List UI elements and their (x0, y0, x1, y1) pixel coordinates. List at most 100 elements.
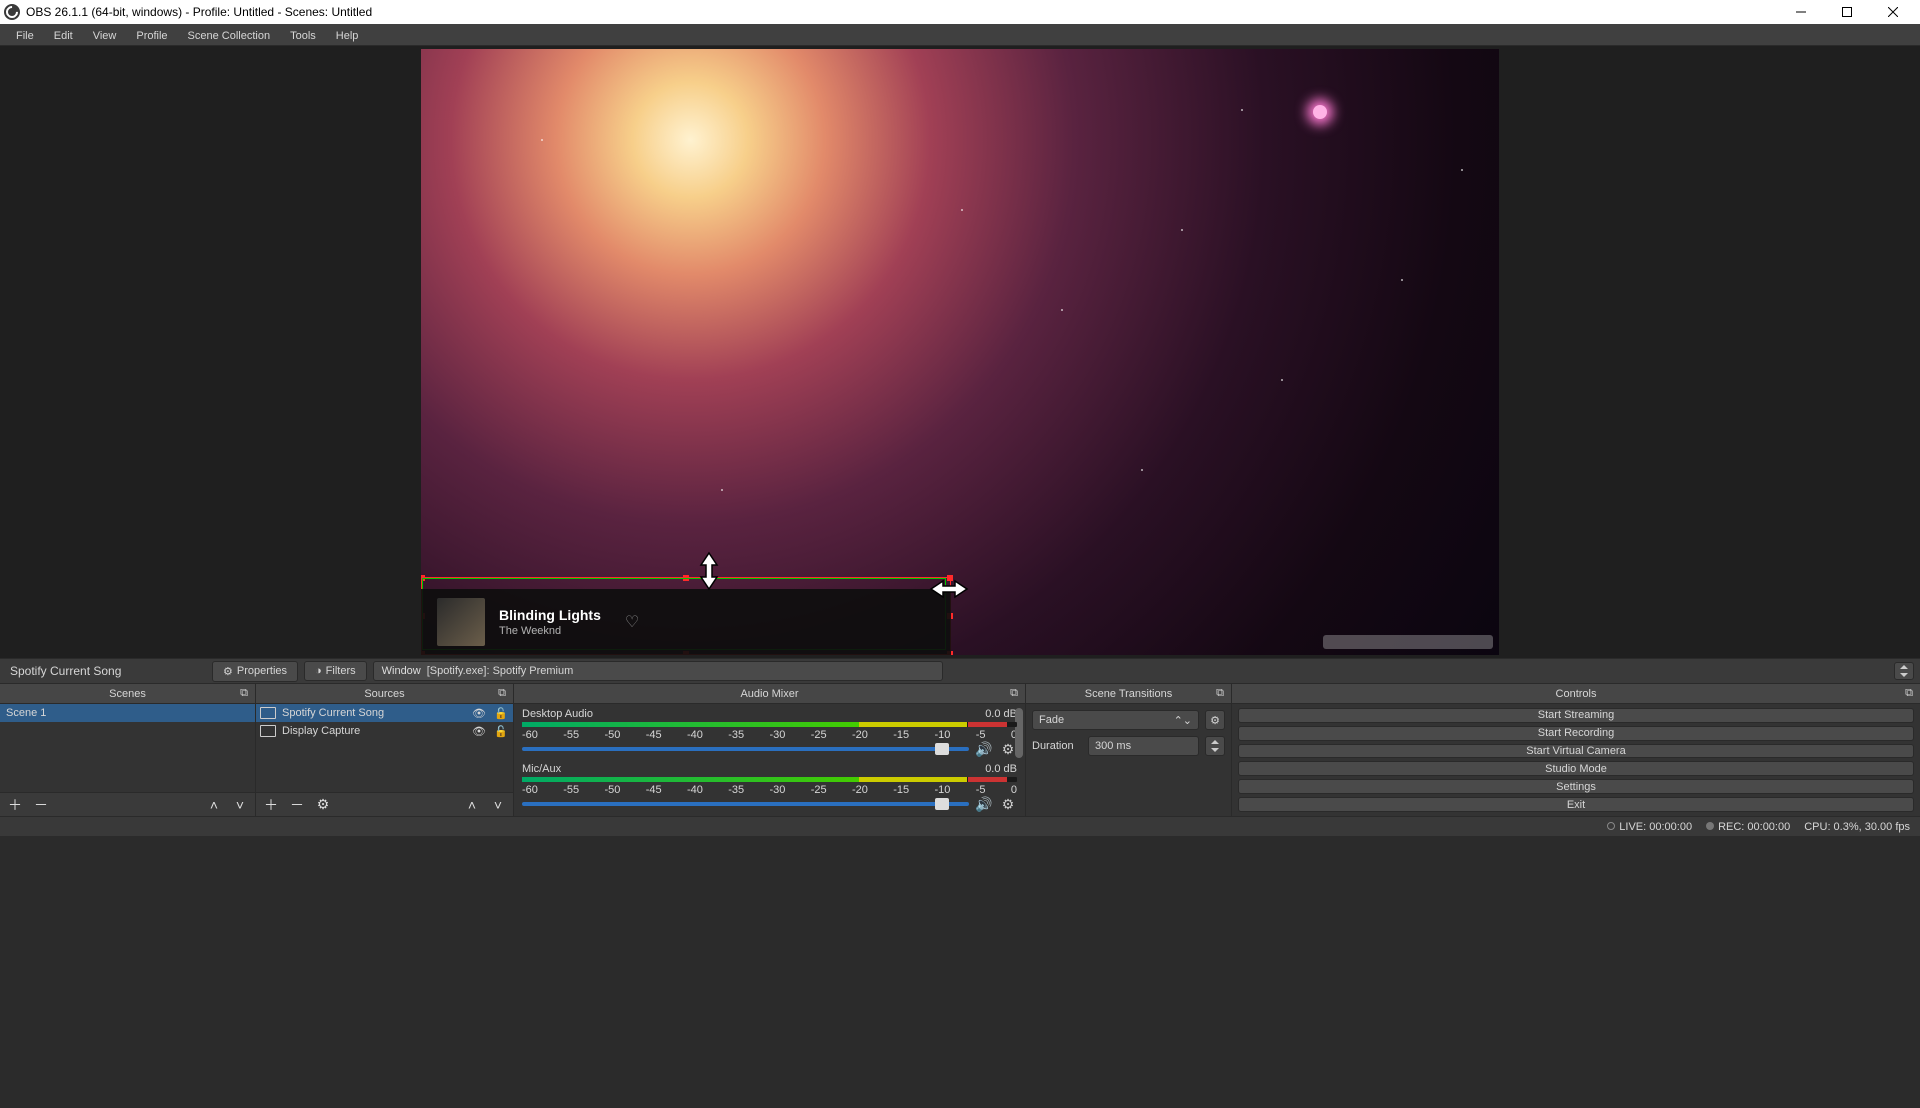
scrollbar-thumb[interactable] (1015, 708, 1023, 758)
add-source-button[interactable]: ＋ (262, 796, 280, 814)
menu-profile[interactable]: Profile (126, 25, 177, 45)
controls-header[interactable]: Controls ⧉ (1232, 684, 1920, 704)
transitions-body: Fade ⌃⌄ ⚙ Duration 300 ms (1026, 704, 1231, 816)
album-art (437, 598, 485, 646)
obs-app-icon (4, 4, 20, 20)
scenes-header[interactable]: Scenes ⧉ (0, 684, 255, 704)
sources-header[interactable]: Sources ⧉ (256, 684, 513, 704)
duration-spinbox[interactable]: 300 ms (1088, 736, 1199, 756)
song-artist: The Weeknd (499, 625, 601, 637)
sources-list[interactable]: Spotify Current Song 👁 🔓 Display Capture… (256, 704, 513, 792)
titlebar: OBS 26.1.1 (64-bit, windows) - Profile: … (0, 0, 1920, 24)
rec-indicator-icon (1706, 822, 1714, 830)
slider-thumb[interactable] (935, 798, 949, 810)
source-item[interactable]: Display Capture 👁 🔓 (256, 722, 513, 740)
remove-source-button[interactable]: － (288, 796, 306, 814)
controls-body: Start Streaming Start Recording Start Vi… (1232, 704, 1920, 816)
rec-status: REC: 00:00:00 (1706, 821, 1790, 833)
menu-edit[interactable]: Edit (44, 25, 83, 45)
scenes-toolbar: ＋ － ˄ ˅ (0, 792, 255, 816)
scene-up-button[interactable]: ˄ (205, 796, 223, 814)
source-down-button[interactable]: ˅ (489, 796, 507, 814)
window-combo-label: Window (382, 665, 421, 677)
menu-tools[interactable]: Tools (280, 25, 326, 45)
slider-thumb[interactable] (935, 743, 949, 755)
lock-toggle-icon[interactable]: 🔓 (493, 725, 509, 738)
add-scene-button[interactable]: ＋ (6, 796, 24, 814)
close-button[interactable] (1870, 0, 1916, 24)
filters-button[interactable]: ◑ Filters (304, 661, 367, 681)
song-info: Blinding Lights The Weeknd (499, 607, 601, 637)
mixer-header[interactable]: Audio Mixer ⧉ (514, 684, 1025, 704)
preview-area: Blinding Lights The Weeknd ♡ (0, 46, 1920, 658)
scene-item[interactable]: Scene 1 (0, 704, 255, 722)
settings-button[interactable]: Settings (1238, 779, 1914, 794)
statusbar: LIVE: 00:00:00 REC: 00:00:00 CPU: 0.3%, … (0, 816, 1920, 836)
source-properties-button[interactable]: ⚙ (314, 796, 332, 814)
visibility-toggle-icon[interactable]: 👁 (471, 725, 487, 738)
exit-button[interactable]: Exit (1238, 797, 1914, 812)
volume-slider[interactable] (522, 747, 969, 751)
menu-help[interactable]: Help (326, 25, 369, 45)
preview-taskbar-blur (1323, 635, 1493, 649)
audio-meter (522, 777, 1017, 782)
menu-scene-collection[interactable]: Scene Collection (178, 25, 281, 45)
window-capture-icon (260, 707, 276, 719)
selected-source-label: Spotify Current Song (6, 664, 206, 678)
sources-dock: Sources ⧉ Spotify Current Song 👁 🔓 Displ… (256, 684, 514, 816)
mixer-volume-row: 🔊 ⚙ (522, 796, 1017, 812)
lock-toggle-icon[interactable]: 🔓 (493, 707, 509, 720)
transitions-header[interactable]: Scene Transitions ⧉ (1026, 684, 1231, 704)
window-title: OBS 26.1.1 (64-bit, windows) - Profile: … (26, 5, 372, 19)
transition-select[interactable]: Fade ⌃⌄ (1032, 710, 1199, 730)
audio-meter (522, 722, 1017, 727)
duration-label: Duration (1032, 740, 1082, 752)
mixer-ticks: -60-55-50-45-40-35-30-25-20-15-10-50 (522, 784, 1017, 794)
sources-toolbar: ＋ － ⚙ ˄ ˅ (256, 792, 513, 816)
chevron-updown-icon: ⌃⌄ (1174, 714, 1192, 727)
menu-file[interactable]: File (6, 25, 44, 45)
filters-icon: ◑ (315, 665, 322, 677)
preview-canvas[interactable]: Blinding Lights The Weeknd ♡ (421, 49, 1499, 655)
popout-icon[interactable]: ⧉ (1007, 687, 1021, 701)
transition-properties-button[interactable]: ⚙ (1205, 710, 1225, 730)
channel-settings-button[interactable]: ⚙ (999, 796, 1017, 813)
song-title: Blinding Lights (499, 607, 601, 623)
window-combo-spin[interactable] (1894, 662, 1914, 680)
mixer-channel-header: Mic/Aux0.0 dB (522, 763, 1017, 775)
mixer-body: Desktop Audio0.0 dB -60-55-50-45-40-35-3… (514, 704, 1025, 816)
live-status: LIVE: 00:00:00 (1607, 821, 1692, 833)
transitions-dock: Scene Transitions ⧉ Fade ⌃⌄ ⚙ Duration 3… (1026, 684, 1232, 816)
popout-icon[interactable]: ⧉ (1213, 687, 1227, 701)
scenes-dock: Scenes ⧉ Scene 1 ＋ － ˄ ˅ (0, 684, 256, 816)
controls-dock: Controls ⧉ Start Streaming Start Recordi… (1232, 684, 1920, 816)
mixer-ticks: -60-55-50-45-40-35-30-25-20-15-10-50 (522, 729, 1017, 739)
remove-scene-button[interactable]: － (32, 796, 50, 814)
gear-icon: ⚙ (223, 665, 233, 678)
mute-button[interactable]: 🔊 (975, 741, 993, 758)
popout-icon[interactable]: ⧉ (1902, 687, 1916, 701)
spotify-overlay[interactable]: Blinding Lights The Weeknd ♡ (421, 589, 951, 655)
volume-slider[interactable] (522, 802, 969, 806)
preview-star-glow (1313, 105, 1327, 119)
studio-mode-button[interactable]: Studio Mode (1238, 761, 1914, 776)
start-streaming-button[interactable]: Start Streaming (1238, 708, 1914, 723)
window-combo[interactable]: Window [Spotify.exe]: Spotify Premium (373, 661, 943, 681)
source-item[interactable]: Spotify Current Song 👁 🔓 (256, 704, 513, 722)
display-capture-icon (260, 725, 276, 737)
scene-down-button[interactable]: ˅ (231, 796, 249, 814)
visibility-toggle-icon[interactable]: 👁 (471, 707, 487, 720)
duration-spin-buttons[interactable] (1205, 736, 1225, 756)
popout-icon[interactable]: ⧉ (495, 687, 509, 701)
mute-button[interactable]: 🔊 (975, 796, 993, 813)
start-recording-button[interactable]: Start Recording (1238, 726, 1914, 741)
properties-button[interactable]: ⚙ Properties (212, 661, 298, 682)
popout-icon[interactable]: ⧉ (237, 687, 251, 701)
menu-view[interactable]: View (83, 25, 127, 45)
minimize-button[interactable] (1778, 0, 1824, 24)
scenes-list[interactable]: Scene 1 (0, 704, 255, 792)
source-up-button[interactable]: ˄ (463, 796, 481, 814)
start-virtual-camera-button[interactable]: Start Virtual Camera (1238, 744, 1914, 759)
source-info-bar: Spotify Current Song ⚙ Properties ◑ Filt… (0, 658, 1920, 684)
maximize-button[interactable] (1824, 0, 1870, 24)
